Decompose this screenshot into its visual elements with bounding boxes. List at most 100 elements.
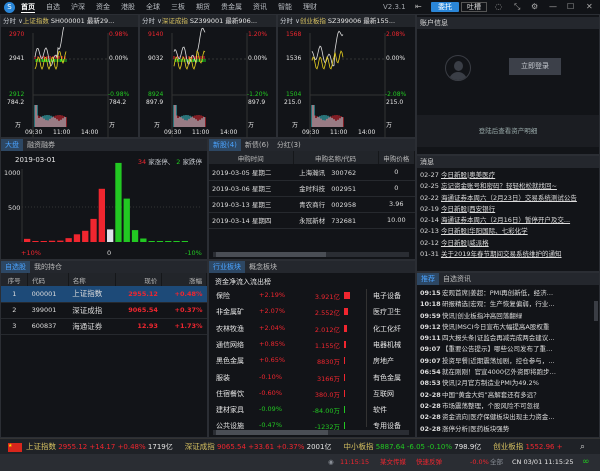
- all-alerts-link[interactable]: 全部: [490, 454, 503, 471]
- news-title[interactable]: 中国“黄金大妈”高解套还有多远？: [442, 391, 540, 399]
- close-icon[interactable]: ✕: [586, 2, 593, 11]
- search-icon[interactable]: ⌕: [580, 439, 585, 455]
- maximize-icon[interactable]: ☐: [567, 2, 574, 11]
- horizontal-scrollbar[interactable]: [213, 430, 409, 435]
- column-header[interactable]: 涨幅: [161, 273, 207, 286]
- table-row[interactable]: 2019-03-06 星期三 金时科技 002951 0: [209, 180, 415, 196]
- news-item[interactable]: 02-28中国“黄金大妈”高解套还有多远？: [420, 390, 599, 401]
- sector-name-right[interactable]: 房地产: [373, 356, 394, 366]
- minimize-icon[interactable]: —: [549, 2, 557, 11]
- sector-name[interactable]: 保险: [216, 291, 230, 301]
- chat-icon[interactable]: ◌: [495, 2, 502, 11]
- sector-name-right[interactable]: 软件: [373, 405, 387, 415]
- sector-name[interactable]: 非金属矿: [216, 307, 244, 317]
- gear-icon[interactable]: ⚙: [531, 2, 538, 11]
- menu-item[interactable]: 贵金属: [221, 2, 242, 13]
- news-item[interactable]: 02-28涨停分析|医药板块强势: [420, 424, 599, 435]
- news-title[interactable]: 投资早餐|近期震荡加剧，控仓参与，…: [442, 357, 555, 365]
- menu-item[interactable]: 自选: [46, 2, 60, 13]
- tab-holdings[interactable]: 我的持仓: [30, 261, 66, 273]
- menu-item[interactable]: 三板: [171, 2, 185, 13]
- menu-item[interactable]: 资金: [96, 2, 110, 13]
- message-link[interactable]: 今日新股|奥美医疗: [441, 171, 495, 179]
- login-button[interactable]: 立即登录: [509, 58, 561, 75]
- sector-name-right[interactable]: 医疗卫生: [373, 307, 401, 317]
- message-item[interactable]: 02-14 海通证券本周六（2月16日）暂停开户及交...: [420, 215, 599, 226]
- news-title[interactable]: 快讯|2月官方制造业PMI为49.2%: [442, 379, 539, 387]
- horizontal-scrollbar[interactable]: [213, 252, 409, 257]
- column-header[interactable]: 序号: [1, 273, 29, 286]
- chart-mode[interactable]: 分时: [280, 17, 293, 25]
- news-item[interactable]: 09:07投资早餐|近期震荡加剧，控仓参与，…: [420, 356, 599, 367]
- column-header[interactable]: 申购名称/代码: [293, 151, 379, 164]
- tab-industry[interactable]: 行业板块: [209, 261, 245, 273]
- menu-item[interactable]: 资讯: [253, 2, 267, 13]
- column-header[interactable]: 现价: [115, 273, 163, 286]
- news-title[interactable]: 市场震荡整理，个股风险不可忽视: [442, 402, 540, 410]
- menu-item[interactable]: 理财: [303, 2, 317, 13]
- intraday-chart[interactable]: 分时 ∨创业板指 SZ399006 最新155... 1568 1536 150…: [277, 14, 416, 139]
- ipo-tab[interactable]: 新债(6): [241, 139, 273, 151]
- news-item[interactable]: 02-28市场震荡整理，个股风险不可忽视: [420, 401, 599, 412]
- entrust-button[interactable]: 委托: [431, 2, 459, 12]
- table-row[interactable]: 2 399001 深证成指 9065.54 +0.37%: [1, 302, 207, 318]
- news-item[interactable]: 08:53快讯|2月官方制造业PMI为49.2%: [420, 378, 599, 389]
- shrink-icon[interactable]: ⤡: [514, 2, 520, 12]
- menu-item[interactable]: 港股: [121, 2, 135, 13]
- message-link[interactable]: 今日新股|华阳国际、七彩化学: [441, 227, 528, 235]
- intraday-chart[interactable]: 分时 ∨深证成指 SZ399001 最新906... 9140 9032 892…: [139, 14, 277, 139]
- chart-mode[interactable]: 分时: [142, 17, 155, 25]
- sector-name-right[interactable]: 电器机械: [373, 340, 401, 350]
- menu-item[interactable]: 沪深: [71, 2, 85, 13]
- sector-name[interactable]: 建材家具: [216, 405, 244, 415]
- index-name[interactable]: 深证成指: [162, 17, 188, 25]
- message-item[interactable]: 02-12 今日新股|威派格: [420, 238, 599, 249]
- news-item[interactable]: 06:54就在刚刚！官宣4000亿外资即将跑步…: [420, 367, 599, 378]
- chart-mode[interactable]: 分时: [3, 17, 16, 25]
- news-item[interactable]: 10:18研报精选|宏观：生产恢复偏弱，行业…: [420, 299, 599, 310]
- menu-item[interactable]: 智能: [278, 2, 292, 13]
- message-item[interactable]: 02-19 今日新股|西安银行: [420, 204, 599, 215]
- sector-name[interactable]: 住宿餐饮: [216, 389, 244, 399]
- tab-watchlist[interactable]: 自选股: [1, 261, 30, 273]
- column-header[interactable]: 名称: [68, 273, 116, 286]
- news-title[interactable]: 快讯|MSCI今日宣布大幅提高A股权重: [442, 323, 549, 331]
- table-row[interactable]: 2019-03-13 星期三 青农商行 002958 3.96: [209, 196, 415, 212]
- table-row[interactable]: 3 600837 海通证券 12.93 +1.73%: [1, 318, 207, 334]
- menu-item[interactable]: 期货: [196, 2, 210, 13]
- news-item[interactable]: 09:15宏观首席|姜超：PMI再创新低，经济…: [420, 288, 599, 299]
- ticker-item[interactable]: 创业板指 1552.96 +: [493, 442, 562, 451]
- tab-watch-news[interactable]: 自选资讯: [439, 273, 475, 285]
- feedback-button[interactable]: 吐槽: [461, 2, 487, 12]
- menu-item[interactable]: 首页: [21, 2, 35, 13]
- message-link[interactable]: 海通证券本周六（2月16日）暂停开户及交...: [441, 216, 570, 224]
- news-title[interactable]: 资金流向|医疗保健板块出现主力资金…: [442, 413, 555, 421]
- message-item[interactable]: 02-25 忘记资金账号和密码？轻轻松松就找回~: [420, 181, 599, 192]
- intraday-chart[interactable]: 分时 ∨上证指数 SH000001 最新29... 2970 2941 2912…: [0, 14, 139, 139]
- table-row[interactable]: 1 000001 上证指数 2955.12 +0.48%: [1, 286, 207, 302]
- message-link[interactable]: 忘记资金账号和密码？轻轻松松就找回~: [441, 182, 557, 190]
- ipo-tab[interactable]: 分红(3): [273, 139, 305, 151]
- sector-name[interactable]: 黑色金属: [216, 356, 244, 366]
- news-title[interactable]: 四大报头条|证监会再减完成两会建议…: [442, 334, 555, 342]
- news-title[interactable]: 【重要公告提示】哪些公司发布了重…: [442, 345, 553, 353]
- sector-name[interactable]: 服装: [216, 373, 230, 383]
- column-header[interactable]: 申购价格: [378, 151, 416, 164]
- news-item[interactable]: 02-28资金流向|医疗保健板块出现主力资金…: [420, 412, 599, 423]
- news-title[interactable]: 研报精选|宏观：生产恢复偏弱，行业…: [442, 300, 555, 308]
- news-item[interactable]: 09:59快讯|创业板指冲高回落翻绿: [420, 311, 599, 322]
- ticker-item[interactable]: 上证指数 2955.12 +14.17 +0.48% 1719亿: [26, 442, 173, 451]
- index-name[interactable]: 上证指数: [23, 17, 49, 25]
- news-item[interactable]: 09:12快讯|MSCI今日宣布大幅提高A股权重: [420, 322, 599, 333]
- sector-name-right[interactable]: 化工化纤: [373, 324, 401, 334]
- message-item[interactable]: 01-31 关于2019年春节期间交易系统维护的通知: [420, 249, 599, 260]
- message-item[interactable]: 02-22 海通证券本周六（2月23日）交易系统测试公告: [420, 193, 599, 204]
- tab-concept[interactable]: 概念板块: [245, 261, 281, 273]
- sector-name-right[interactable]: 有色金属: [373, 373, 401, 383]
- news-item[interactable]: 09:07【重要公告提示】哪些公司发布了重…: [420, 344, 599, 355]
- message-link[interactable]: 今日新股|西安银行: [441, 205, 495, 213]
- news-title[interactable]: 快讯|创业板指冲高回落翻绿: [442, 312, 522, 320]
- vertical-scrollbar[interactable]: [594, 301, 598, 321]
- message-item[interactable]: 02-13 今日新股|华阳国际、七彩化学: [420, 226, 599, 237]
- ticker-item[interactable]: 中小板指 5887.64 -6.05 -0.10% 798.9亿: [343, 442, 481, 451]
